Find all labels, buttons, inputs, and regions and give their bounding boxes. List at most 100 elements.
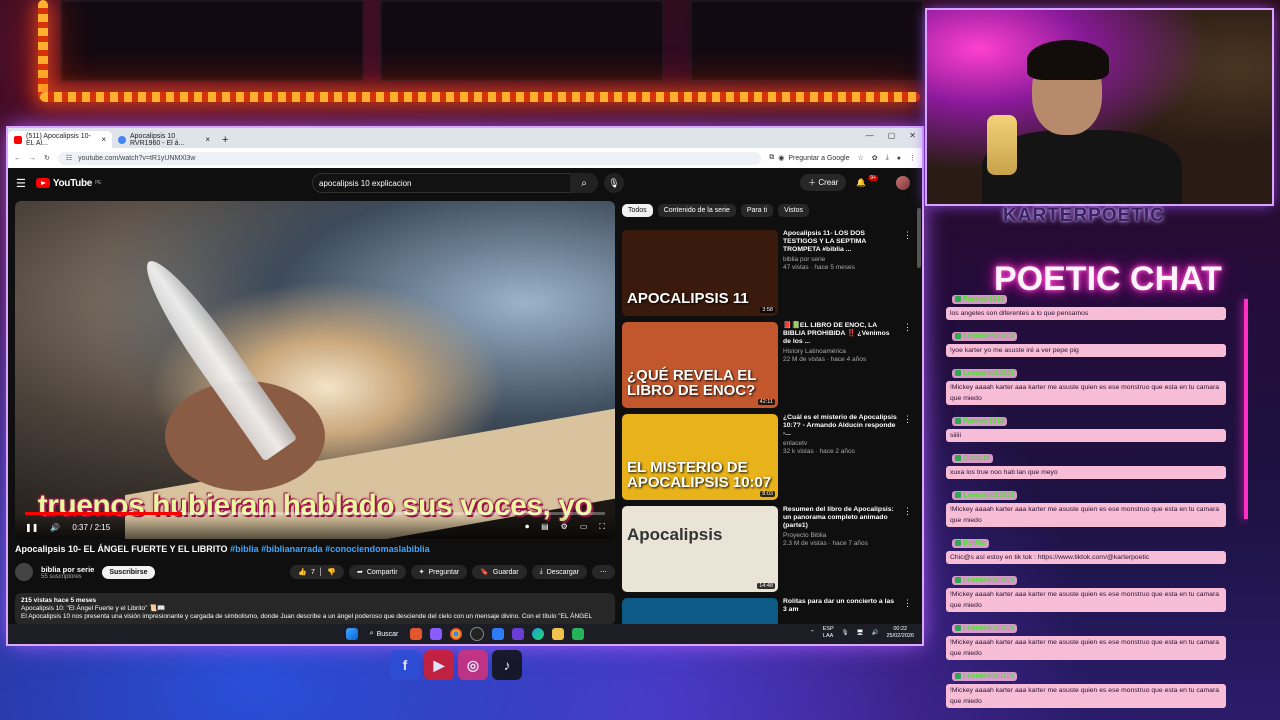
pause-icon[interactable]: ❚❚ [25,523,38,532]
reload-icon[interactable]: ↻ [44,154,50,162]
mic-icon[interactable]: 🎙 [842,630,849,637]
chat-username[interactable]: Leonardo10101 [952,623,1018,633]
video-thumbnail[interactable]: Apocalipsis 14:48 [622,506,778,592]
ask-google-button[interactable]: ⧉ ◉ Preguntar a Google [769,154,849,162]
recommendation-channel[interactable]: enlacetv [783,440,898,448]
video-thumbnail[interactable]: EL MISTERIO DE APOCALIPSIS 10:07 8:03 [622,414,778,500]
video-player[interactable]: truenos hubieran hablado sus voces, yo ❚… [15,201,615,539]
back-icon[interactable]: ← [14,155,21,162]
tray-chevron-icon[interactable]: ⌃ [810,630,815,637]
chat-username[interactable]: Oidak18 [952,453,994,463]
chip-watched[interactable]: Vistos [778,204,810,217]
recommendation-title[interactable]: Resumen del libro de Apocalipsis: un pan… [783,506,898,530]
video-description[interactable]: 215 vistas hace 5 meses Apocalipsis 10: … [15,593,615,625]
close-icon[interactable]: × [101,135,106,144]
app-icon[interactable] [492,628,505,640]
ask-button[interactable]: ✦ Preguntar [410,565,468,579]
chat-username[interactable]: Leonardo10101 [952,671,1018,681]
close-icon[interactable]: × [205,135,210,144]
new-tab-button[interactable]: + [216,134,234,148]
download-button[interactable]: ⤓ Descargar [531,565,587,579]
obs-icon[interactable] [470,627,485,641]
recommendation-channel[interactable]: biblia por serie [783,256,898,264]
edge-icon[interactable] [532,628,545,640]
recommendation-channel[interactable]: History Latinoamérica [783,348,898,356]
chat-username[interactable]: Leonardo10101 [952,331,1018,341]
thumbs-down-icon[interactable]: 👎 [327,568,336,576]
voice-search-button[interactable]: 🎙 [604,173,624,193]
profile-icon[interactable]: ● [897,155,901,162]
network-icon[interactable]: 🖥 [857,630,864,637]
share-button[interactable]: ➦ Compartir [348,565,406,579]
subtitles-icon[interactable]: ▤ [541,522,549,532]
language-indicator[interactable]: ESP LAA [823,626,834,640]
extensions-icon[interactable]: ✿ [872,154,878,162]
settings-icon[interactable]: ⚙ [561,522,568,532]
recommendation-title[interactable]: Rolitas para dar un concierto a las 3 am [783,598,898,614]
create-button[interactable]: ＋ Crear [800,174,847,191]
star-icon[interactable]: ☆ [858,154,864,162]
subscribe-button[interactable]: Suscribirse [102,565,155,579]
more-options-icon[interactable]: ⋮ [903,506,912,592]
account-avatar[interactable] [896,175,910,190]
search-input[interactable]: apocalipsis 10 explicacion ✕ [312,173,596,193]
youtube-logo[interactable]: YouTube PE [35,178,101,189]
save-button[interactable]: 🔖 Guardar [472,565,527,579]
autoplay-toggle-icon[interactable]: ⏺ [525,522,529,532]
speaker-icon[interactable]: 🔊 [872,630,879,637]
app-icon[interactable] [410,628,423,640]
chat-username[interactable]: Leonardo10101 [952,368,1018,378]
video-hashtags[interactable]: #biblia #biblianarrada #conociendomaslab… [230,544,430,554]
download-icon[interactable]: ⤓ [886,154,889,162]
recommendation-item[interactable]: Apocalipsis 14:48 Resumen del libro de Apo… [622,506,912,592]
video-thumbnail[interactable]: APOCALIPSIS 11 3:58 [622,230,778,316]
chat-username[interactable]: Forever1810 [952,416,1008,426]
chip-for-you[interactable]: Para ti [740,204,774,217]
search-button[interactable]: ⌕ [570,173,598,193]
channel-avatar[interactable] [15,563,33,581]
taskbar-search[interactable]: ⌕ Buscar [366,630,403,638]
recommendation-title[interactable]: Apocalipsis 11- LOS DOS TESTIGOS Y LA SE… [783,230,898,254]
chat-username[interactable]: Forever1810 [952,294,1008,304]
chat-username[interactable]: Leonardo10101 [952,575,1018,585]
minimize-icon[interactable]: — [866,131,874,140]
app-icon[interactable] [512,628,525,640]
channel-name[interactable]: biblia por serie [41,565,94,574]
hamburger-icon[interactable]: ☰ [16,177,26,190]
chip-series[interactable]: Contenido de la serie [657,204,736,217]
like-button[interactable]: 👍 7 │ 👎 [290,565,344,579]
recommendation-channel[interactable]: Proyecto Biblia [783,532,898,540]
site-info-icon[interactable]: ☷ [66,154,72,162]
recommendation-item[interactable]: APOCALIPSIS 11 3:58 Apocalipsis 11- LOS DO… [622,230,912,316]
more-options-icon[interactable]: ⋮ [903,230,912,316]
tab-youtube[interactable]: (511) Apocalipsis 10- EL Al... × [8,131,112,148]
recommendation-title[interactable]: 📕📗EL LIBRO DE ENOC, LA BIBLIA PROHIBIDA … [783,322,898,346]
chat-username[interactable]: BotRix [952,538,989,548]
more-actions-button[interactable]: ⋯ [592,565,615,579]
url-field[interactable]: ☷ youtube.com/watch?v=tR1yUNMXl3w [57,151,762,165]
video-thumbnail[interactable]: ¿QUÉ REVELA EL LIBRO DE ENOC? 42:11 [622,322,778,408]
theater-icon[interactable]: ▭ [580,522,588,532]
forward-icon[interactable]: → [29,155,36,162]
volume-icon[interactable]: 🔊 [50,523,60,532]
app-icon[interactable] [430,628,443,640]
app-icon[interactable] [572,628,585,640]
clock[interactable]: 00:22 25/02/2026 [886,626,914,640]
more-options-icon[interactable]: ⋮ [903,322,912,408]
maximize-icon[interactable]: ▢ [888,131,896,140]
folder-icon[interactable] [552,628,565,640]
chrome-icon[interactable] [450,628,463,640]
more-options-icon[interactable]: ⋮ [903,414,912,500]
windows-start-icon[interactable] [345,628,358,640]
scrollbar[interactable] [917,208,921,268]
tab-google[interactable]: Apocalipsis 10 RVR1960 - El á... × [112,131,216,148]
recommendation-title[interactable]: ¿Cuál es el misterio de Apocalipsis 10:7… [783,414,898,438]
close-window-icon[interactable]: ✕ [909,131,916,140]
recommendation-item[interactable]: EL MISTERIO DE APOCALIPSIS 10:07 8:03 ¿Cuá… [622,414,912,500]
notifications-icon[interactable]: 🔔 [856,178,866,187]
chat-username[interactable]: Leonardo10101 [952,490,1018,500]
chip-todos[interactable]: Todos [622,204,653,217]
fullscreen-icon[interactable]: ⛶ [599,522,605,532]
recommendation-item[interactable]: ¿QUÉ REVELA EL LIBRO DE ENOC? 42:11 📕📗EL L… [622,322,912,408]
menu-dots-icon[interactable]: ⋮ [909,154,916,162]
